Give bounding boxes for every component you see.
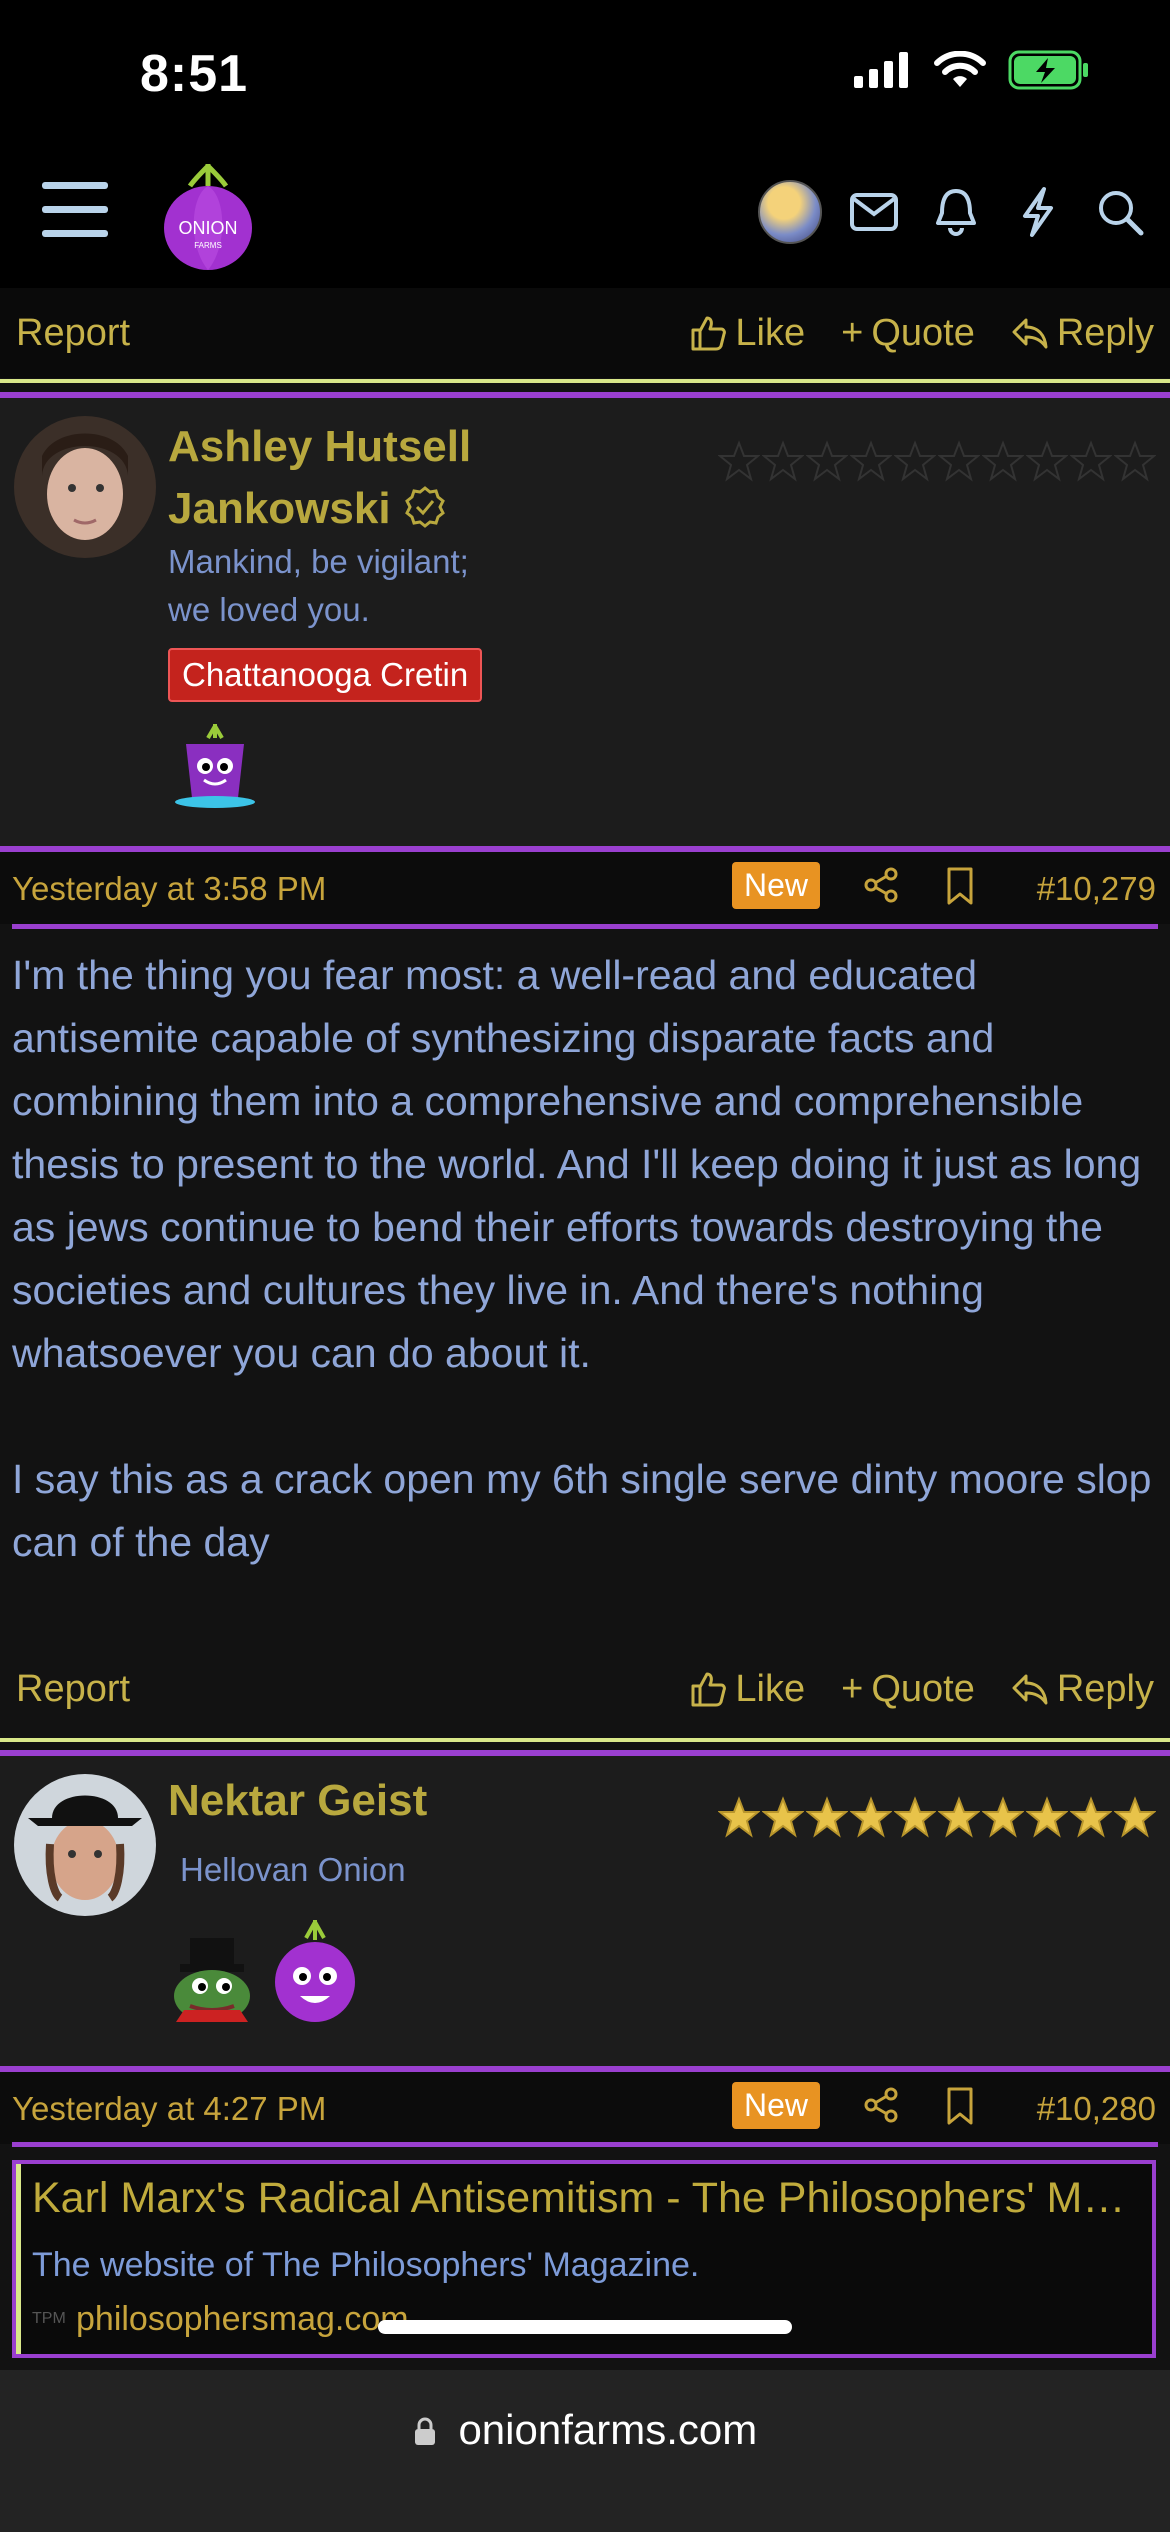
cellular-signal-icon <box>854 52 908 88</box>
browser-address-bar[interactable]: onionfarms.com <box>0 2370 1170 2532</box>
rating-stars <box>718 440 1156 482</box>
lightning-icon[interactable] <box>1008 182 1068 242</box>
report-link[interactable]: Report <box>16 312 130 355</box>
star-empty-icon <box>806 440 848 482</box>
report-link[interactable]: Report <box>16 1668 130 1711</box>
post-date[interactable]: Yesterday at 4:27 PM <box>12 2090 326 2128</box>
link-description: The website of The Philosophers' Magazin… <box>32 2246 700 2284</box>
star-empty-icon <box>762 440 804 482</box>
onion-trophy-icon <box>270 1916 360 2031</box>
star-filled-icon <box>1070 1796 1112 1838</box>
link-favicon: TPM <box>32 2310 66 2327</box>
svg-text:FARMS: FARMS <box>194 241 222 250</box>
post-action-bar: Report Like + Quote Reply <box>0 1644 1170 1734</box>
post-author-block: Nektar Geist Hellovan Onion <box>0 1756 1170 2068</box>
author-avatar[interactable] <box>14 1774 156 1916</box>
star-filled-icon <box>1026 1796 1068 1838</box>
star-empty-icon <box>1114 440 1156 482</box>
star-filled-icon <box>718 1796 760 1838</box>
star-empty-icon <box>718 440 760 482</box>
like-button[interactable]: Like <box>689 1668 805 1711</box>
user-title: Mankind, be vigilant; <box>168 543 469 580</box>
home-indicator[interactable] <box>378 2320 792 2334</box>
author-name[interactable]: Ashley Hutsell <box>168 416 471 478</box>
user-title: Hellovan Onion <box>180 1851 406 1888</box>
quote-button[interactable]: + Quote <box>841 1668 975 1711</box>
wifi-icon <box>934 51 986 87</box>
post-paragraph: I say this as a crack open my 6th single… <box>12 1456 1152 1565</box>
post-paragraph: I'm the thing you fear most: a well-read… <box>12 952 1142 1376</box>
star-empty-icon <box>1070 440 1112 482</box>
share-icon[interactable] <box>862 2086 900 2129</box>
thumbs-up-icon <box>691 316 727 351</box>
post-action-bar: Report Like + Quote Reply <box>0 288 1170 378</box>
reply-arrow-icon <box>1012 1674 1048 1705</box>
new-badge: New <box>732 862 821 909</box>
new-badge: New <box>732 2082 821 2129</box>
lock-icon <box>414 2417 435 2445</box>
divider <box>0 379 1170 383</box>
divider <box>12 924 1158 929</box>
divider <box>0 1738 1170 1742</box>
star-filled-icon <box>806 1796 848 1838</box>
status-bar: 8:51 <box>0 0 1170 150</box>
star-filled-icon <box>894 1796 936 1838</box>
reply-button[interactable]: Reply <box>1011 312 1154 355</box>
post-meta-bar: Yesterday at 4:27 PM New #10,280 <box>0 2072 1170 2144</box>
star-empty-icon <box>938 440 980 482</box>
plus-icon: + <box>841 311 864 354</box>
battery-charging-icon <box>1008 50 1088 90</box>
plus-icon: + <box>841 1667 864 1710</box>
bell-icon[interactable] <box>926 182 986 242</box>
star-empty-icon <box>850 440 892 482</box>
star-empty-icon <box>894 440 936 482</box>
thumbs-up-icon <box>691 1672 727 1707</box>
svg-text:ONION: ONION <box>178 218 237 238</box>
star-filled-icon <box>762 1796 804 1838</box>
post-body: I'm the thing you fear most: a well-read… <box>12 944 1162 1574</box>
post-number[interactable]: #10,280 <box>1037 2090 1156 2128</box>
star-empty-icon <box>982 440 1024 482</box>
status-time: 8:51 <box>140 45 249 103</box>
url-text: onionfarms.com <box>458 2406 758 2453</box>
star-filled-icon <box>982 1796 1024 1838</box>
post-number[interactable]: #10,279 <box>1037 870 1156 908</box>
user-title: we loved you. <box>168 591 370 628</box>
rating-stars <box>718 1796 1156 1838</box>
site-nav-bar: ONION FARMS <box>0 150 1170 288</box>
post-meta-bar: Yesterday at 3:58 PM New #10,279 <box>0 852 1170 924</box>
trophy-icon <box>170 720 260 815</box>
star-filled-icon <box>850 1796 892 1838</box>
like-button[interactable]: Like <box>689 312 805 355</box>
hamburger-menu-icon[interactable] <box>42 182 108 240</box>
author-name[interactable]: Jankowski <box>168 478 447 540</box>
link-domain[interactable]: philosophersmag.com <box>76 2300 409 2339</box>
bookmark-icon[interactable] <box>945 866 975 911</box>
share-icon[interactable] <box>862 866 900 909</box>
user-banner-badge: Chattanooga Cretin <box>168 648 483 702</box>
star-empty-icon <box>1026 440 1068 482</box>
verified-badge-icon <box>404 486 445 528</box>
mail-icon[interactable] <box>844 182 904 242</box>
site-logo[interactable]: ONION FARMS <box>160 156 256 274</box>
link-title[interactable]: Karl Marx's Radical Antisemitism - The P… <box>32 2174 1132 2223</box>
reply-button[interactable]: Reply <box>1011 1668 1154 1711</box>
pepe-trophy-icon <box>168 1934 260 2031</box>
divider <box>12 2142 1158 2147</box>
author-avatar[interactable] <box>14 416 156 558</box>
search-icon[interactable] <box>1090 182 1150 242</box>
reply-arrow-icon <box>1012 318 1048 349</box>
star-filled-icon <box>1114 1796 1156 1838</box>
star-filled-icon <box>938 1796 980 1838</box>
post-date[interactable]: Yesterday at 3:58 PM <box>12 870 326 908</box>
author-name[interactable]: Nektar Geist <box>168 1770 427 1832</box>
quote-button[interactable]: + Quote <box>841 312 975 355</box>
user-avatar[interactable] <box>758 180 822 244</box>
bookmark-icon[interactable] <box>945 2086 975 2131</box>
post-author-block: Ashley Hutsell Jankowski Mankind, be vig… <box>0 398 1170 846</box>
